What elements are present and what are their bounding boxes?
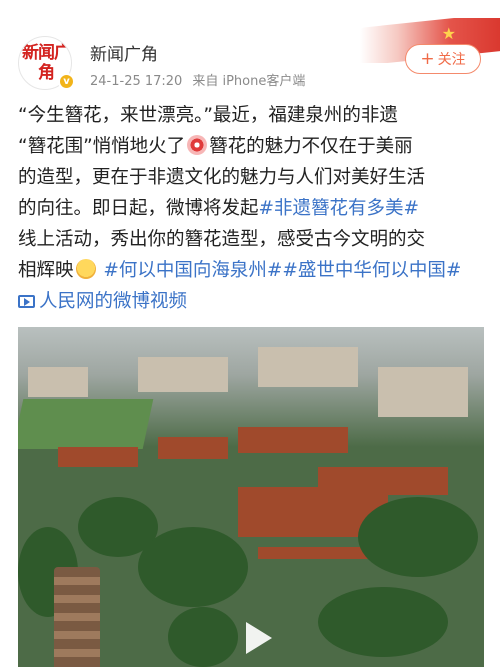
- verified-badge-icon: v: [58, 73, 75, 90]
- post-source: 来自 iPhone客户端: [192, 74, 306, 89]
- post-line: 线上活动，秀出你的簪花造型，感受古今文明的交: [18, 224, 488, 255]
- hashtag-link[interactable]: #非遗簪花有多美#: [259, 198, 420, 219]
- post-line: 人民网的微博视频: [18, 286, 488, 317]
- hashtag-link[interactable]: #盛世中华何以中国#: [282, 260, 461, 281]
- play-icon[interactable]: [240, 620, 272, 656]
- hashtag-link[interactable]: #何以中国向海泉州#: [103, 260, 282, 281]
- post-text-segment: 线上活动，秀出你的簪花造型，感受古今文明的交: [18, 229, 426, 250]
- video-tree: [168, 607, 238, 667]
- video-tree: [318, 587, 448, 657]
- post-text-segment: 的造型，更在于非遗文化的魅力与人们对美好生活: [18, 167, 426, 188]
- post-text-segment: 簪花的魅力不仅在于美丽: [209, 136, 413, 157]
- post-line: “簪花围”悄悄地火了 簪花的魅力不仅在于美丽: [18, 131, 488, 162]
- post-line: 的向往。即日起，微博将发起#非遗簪花有多美#: [18, 193, 488, 224]
- follow-button[interactable]: + 关注: [405, 44, 481, 74]
- video-temple-roof: [158, 437, 228, 459]
- plus-icon: +: [420, 48, 435, 69]
- author-name[interactable]: 新闻广角: [90, 40, 158, 65]
- video-temple-roof: [238, 427, 348, 453]
- face-emoji-icon: [75, 259, 96, 279]
- post-text-segment: 相辉映: [18, 260, 74, 281]
- post-text-segment: “今生簪花，来世漂亮。”最近，福建泉州的非遗: [18, 105, 398, 126]
- video-building: [378, 367, 468, 417]
- post-meta: 24-1-25 17:20 来自 iPhone客户端: [90, 70, 305, 89]
- post-text: “今生簪花，来世漂亮。”最近，福建泉州的非遗 “簪花围”悄悄地火了 簪花的魅力不仅…: [18, 100, 488, 317]
- follow-button-label: 关注: [437, 52, 466, 68]
- video-tree: [138, 527, 248, 607]
- video-building: [258, 347, 358, 387]
- video-tree: [358, 497, 478, 577]
- post-line: 相辉映 #何以中国向海泉州##盛世中华何以中国#: [18, 255, 488, 286]
- video-player[interactable]: [18, 327, 484, 667]
- video-sports-field: [18, 399, 154, 449]
- video-source-link[interactable]: 人民网的微博视频: [39, 291, 187, 312]
- video-icon: [18, 295, 35, 308]
- post-line: “今生簪花，来世漂亮。”最近，福建泉州的非遗: [18, 100, 488, 131]
- post-text-segment: 的向往。即日起，微博将发起: [18, 198, 259, 219]
- post-text-segment: “簪花围”悄悄地火了: [18, 136, 186, 157]
- video-building: [28, 367, 88, 397]
- post-header: ★ 新闻广角 v 新闻广角 24-1-25 17:20 来自 iPhone客户端 …: [0, 0, 500, 100]
- video-building: [138, 357, 228, 392]
- post-line: 的造型，更在于非遗文化的魅力与人们对美好生活: [18, 162, 488, 193]
- video-temple-roof: [58, 447, 138, 467]
- video-pagoda: [54, 567, 100, 667]
- flower-emoji-icon: [187, 135, 208, 155]
- post-date: 24-1-25 17:20: [90, 74, 183, 89]
- star-icon: ★: [441, 24, 456, 43]
